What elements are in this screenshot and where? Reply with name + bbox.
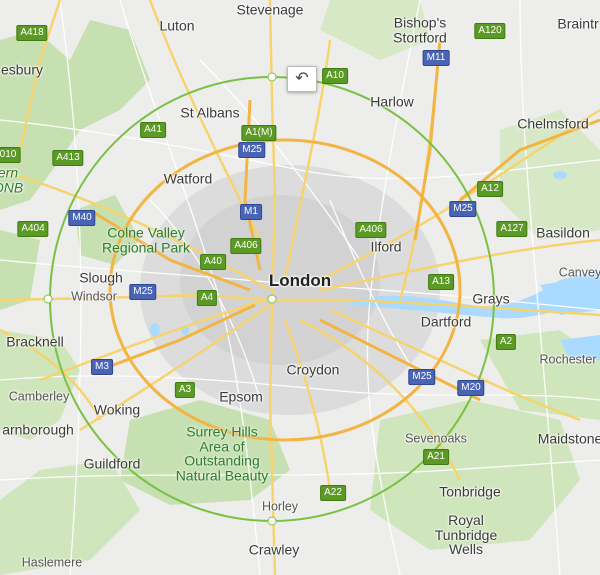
- park-surrey-hills-aonb: Surrey Hills Area of Outstanding Natural…: [175, 423, 269, 484]
- road-shield-a10: A10: [322, 68, 348, 84]
- place-sevenoaks: Sevenoaks: [405, 431, 467, 446]
- road-shield-a3: A3: [174, 382, 196, 398]
- place-farnborough: arnborough: [2, 421, 74, 438]
- road-shield-a4: A4: [196, 290, 218, 306]
- place-harlow: Harlow: [370, 93, 414, 110]
- place-london: London: [268, 271, 332, 291]
- place-bracknell: Bracknell: [6, 333, 64, 350]
- road-shield-a12: A12: [477, 181, 503, 197]
- road-shield-a120: A120: [474, 23, 506, 39]
- undo-button[interactable]: ↶: [287, 66, 317, 92]
- road-shield-m25-north: M25: [238, 142, 266, 158]
- place-epsom: Epsom: [219, 388, 263, 405]
- place-guildford: Guildford: [83, 455, 141, 472]
- place-haslemere: Haslemere: [21, 555, 83, 570]
- road-shield-a406-west: A406: [230, 238, 262, 254]
- road-shield-a4010: 010: [0, 147, 21, 163]
- place-rochester: Rochester: [539, 352, 597, 367]
- place-luton: Luton: [159, 17, 195, 34]
- radius-handle-left[interactable]: [43, 294, 53, 304]
- road-shield-a127: A127: [496, 221, 528, 237]
- place-st-albans: St Albans: [180, 104, 240, 121]
- place-canvey: Canvey: [558, 265, 600, 280]
- place-ilford: Ilford: [370, 238, 402, 255]
- road-shield-a40: A40: [200, 254, 226, 270]
- place-croydon: Croydon: [286, 361, 340, 378]
- place-basildon: Basildon: [536, 224, 590, 241]
- circle-center-handle[interactable]: [267, 294, 277, 304]
- radius-handle-top[interactable]: [267, 72, 277, 82]
- road-shield-a404: A404: [17, 221, 49, 237]
- place-camberley: Camberley: [8, 389, 70, 404]
- place-slough: Slough: [79, 269, 123, 286]
- place-royal-tunbridge-wells: Royal Tunbridge Wells: [434, 511, 498, 558]
- road-shield-a413: A413: [52, 150, 84, 166]
- place-windsor: Windsor: [71, 289, 117, 304]
- place-chelmsford: Chelmsford: [517, 115, 589, 132]
- road-shield-a1m: A1(M): [241, 125, 277, 141]
- road-shield-m40: M40: [68, 210, 96, 226]
- place-braintree: Braintr: [557, 15, 599, 32]
- place-horley: Horley: [261, 499, 299, 514]
- road-shield-m25-northeast: M25: [449, 201, 477, 217]
- road-shield-m20: M20: [457, 380, 485, 396]
- road-shield-a21: A21: [423, 449, 449, 465]
- road-shield-m25-southeast: M25: [408, 369, 436, 385]
- road-shield-a41: A41: [140, 122, 166, 138]
- undo-icon: ↶: [295, 70, 309, 87]
- road-shield-a2: A2: [495, 334, 517, 350]
- place-bishops-stortford: Bishop's Stortford: [393, 14, 447, 45]
- place-crawley: Crawley: [248, 541, 300, 558]
- place-tonbridge: Tonbridge: [439, 483, 501, 500]
- road-shield-a418: A418: [16, 25, 48, 41]
- road-shield-m1: M1: [240, 204, 262, 220]
- road-shield-m25-west: M25: [129, 284, 157, 300]
- road-shield-a13: A13: [428, 274, 454, 290]
- road-shield-m3: M3: [91, 359, 113, 375]
- park-colne-valley: Colne Valley Regional Park: [102, 224, 190, 255]
- road-shield-a406-east: A406: [355, 222, 387, 238]
- place-aylesbury: esbury: [0, 61, 44, 78]
- map-canvas[interactable]: ↶ A418 A120 A10 M11 A41 A1(M) M25 A413 0…: [0, 0, 600, 575]
- place-grays: Grays: [472, 290, 510, 307]
- place-maidstone: Maidstone: [537, 430, 600, 447]
- place-woking: Woking: [93, 401, 141, 418]
- road-shield-a22: A22: [320, 485, 346, 501]
- place-stevenage: Stevenage: [236, 1, 304, 18]
- radius-handle-bottom[interactable]: [267, 516, 277, 526]
- place-dartford: Dartford: [420, 313, 472, 330]
- place-chilterns-aonb: ern ONB: [0, 164, 24, 195]
- place-watford: Watford: [163, 170, 213, 187]
- road-shield-m11: M11: [422, 50, 450, 66]
